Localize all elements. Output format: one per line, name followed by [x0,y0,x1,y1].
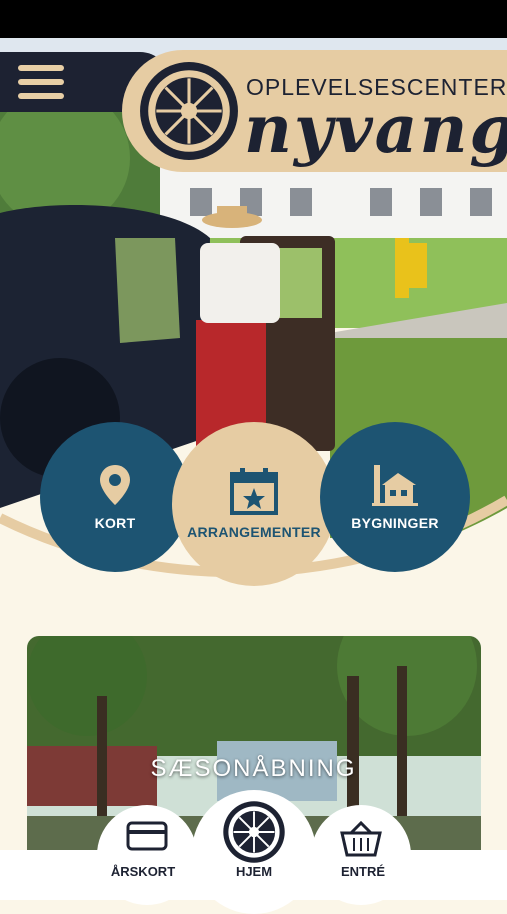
wheel-logo-icon [140,62,238,160]
events-button[interactable]: ARRANGEMENTER [172,422,336,586]
status-bar [0,0,507,38]
tab-entry[interactable] [311,805,411,905]
calendar-icon [230,468,278,515]
buildings-icon [372,465,418,506]
tab-annual-card-label: ÅRSKORT [110,864,176,879]
tab-home-label: HJEM [235,864,273,879]
wheel-logo-icon [223,801,285,863]
feature-card-title: SÆSONÅBNING [150,755,357,782]
map-pin-icon [100,465,130,505]
tab-annual-card[interactable] [97,805,197,905]
tab-home[interactable] [192,790,316,914]
basket-icon [340,821,382,857]
map-button[interactable]: KORT [40,422,190,572]
logo-banner: OPLEVELSESCENTER nyvang [122,50,507,172]
card-icon [126,821,168,851]
buildings-button[interactable]: BYGNINGER [320,422,470,572]
tab-entry-label: ENTRÉ [340,864,386,879]
buildings-button-label: BYGNINGER [351,515,439,531]
events-button-label: ARRANGEMENTER [187,524,321,540]
hamburger-icon [18,65,64,99]
map-button-label: KORT [94,515,136,531]
logo-title: nyvang [244,90,507,168]
